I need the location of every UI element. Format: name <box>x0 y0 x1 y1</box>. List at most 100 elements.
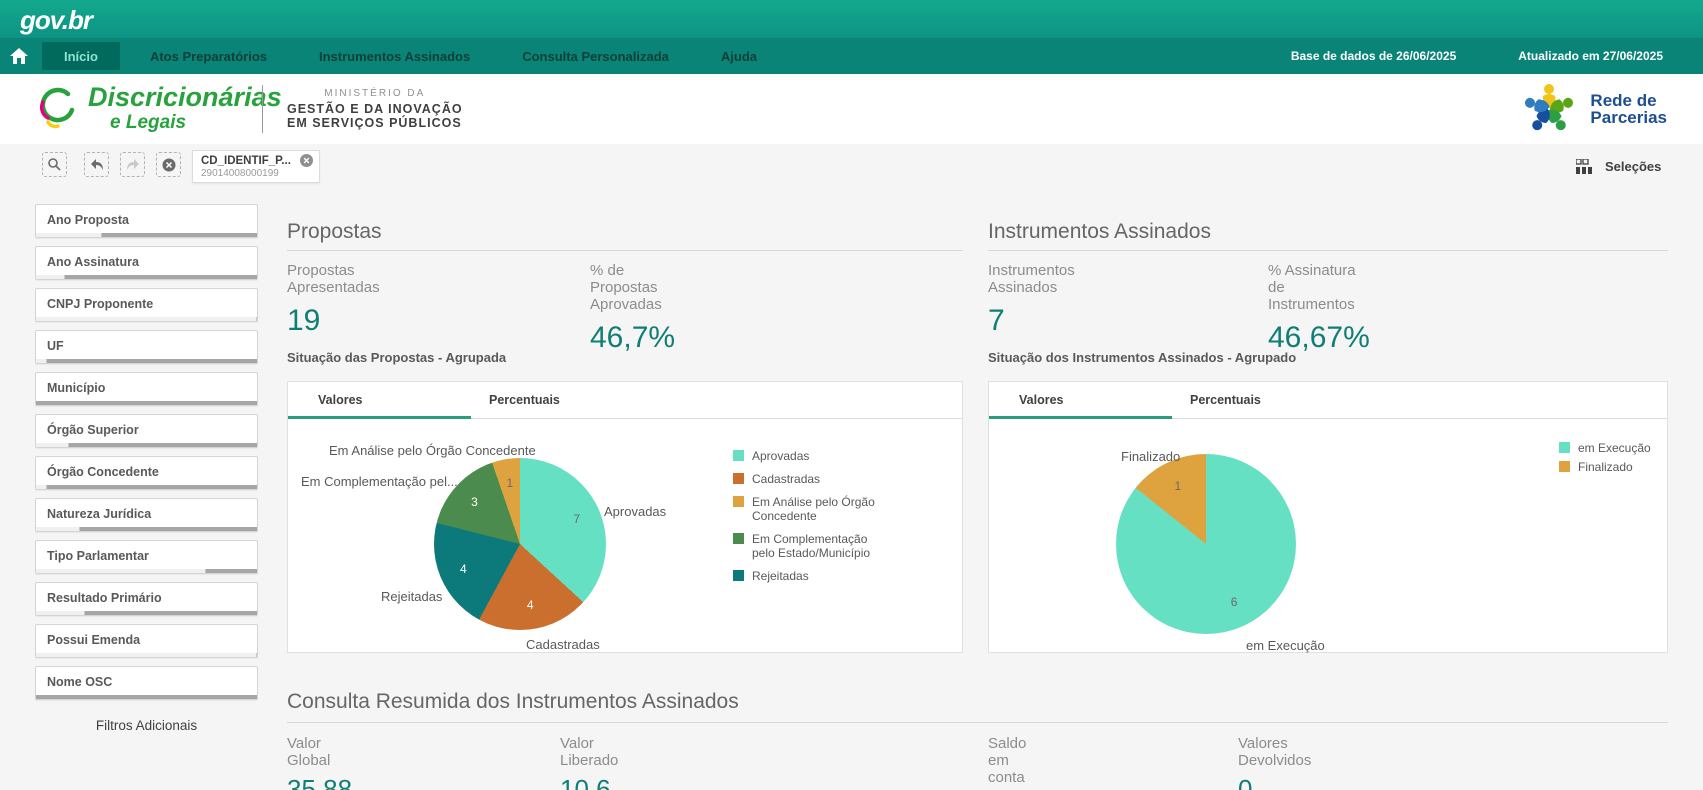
search-icon <box>48 158 61 171</box>
nav-item-atos-preparatorios[interactable]: Atos Preparatórios <box>128 42 289 70</box>
nav-item-consulta-personalizada[interactable]: Consulta Personalizada <box>500 42 691 70</box>
tab-valores[interactable]: Valores <box>989 382 1172 419</box>
filter-tipo-parlamentar[interactable]: Tipo Parlamentar <box>35 540 258 574</box>
pie-callout-em-complementacao-pel: Em Complementação pel... <box>301 474 458 489</box>
instrumentos-pie-area: em Execução Finalizado Finalizado em Execu… <box>989 419 1667 653</box>
pie-value-finalizado: 1 <box>1174 478 1182 493</box>
undo-button[interactable] <box>84 152 109 177</box>
kpi-value: 0 <box>1238 774 1253 790</box>
filter-label: Nome OSC <box>47 675 113 689</box>
legend-item-rejeitadas[interactable]: Rejeitadas <box>733 569 883 583</box>
propostas-pie-chart[interactable] <box>434 458 606 630</box>
legend-item-cadastradas[interactable]: Cadastradas <box>733 472 883 486</box>
kpi-valor-liberado: Valor Liberado 10,6 mi <box>560 735 618 790</box>
clear-selections-button[interactable] <box>156 152 181 177</box>
ministry-line2: GESTÃO E DA INOVAÇÃO <box>287 102 463 116</box>
legend-item-aprovadas[interactable]: Aprovadas <box>733 449 883 463</box>
instrumentos-section-title: Instrumentos Assinados <box>988 220 1211 243</box>
legend-label: em Execução <box>1578 441 1651 455</box>
selection-chip[interactable]: CD_IDENTIF_P... 29014008000199 <box>192 150 320 183</box>
filter-uf[interactable]: UF <box>35 330 258 364</box>
redo-button[interactable] <box>120 152 145 177</box>
legend-item-finalizado[interactable]: Finalizado <box>1559 460 1703 474</box>
filter-label: Órgão Concedente <box>47 465 159 479</box>
selection-chip-field: CD_IDENTIF_P... <box>201 154 291 167</box>
propostas-chart-title: Situação das Propostas - Agrupada <box>287 350 507 365</box>
filter-label: Ano Assinatura <box>47 255 139 269</box>
nav-item-inicio[interactable]: Início <box>42 42 120 70</box>
pie-callout-finalizado: Finalizado <box>1121 449 1181 464</box>
kpi-value: 46,7% <box>590 321 676 354</box>
nav-item-ajuda[interactable]: Ajuda <box>699 42 779 70</box>
sidebar-filters: Ano Proposta Ano Assinatura CNPJ Proponent… <box>35 204 258 700</box>
filter-state-bar <box>36 317 257 321</box>
additional-filters-button[interactable]: Filtros Adicionais <box>35 712 258 739</box>
instrumentos-legend: em Execução Finalizado <box>1559 441 1703 474</box>
filter-ano-assinatura[interactable]: Ano Assinatura <box>35 246 258 280</box>
legend-item-em-complementacao-pelo-estado-municipio[interactable]: Em Complementação pelo Estado/Município <box>733 532 883 560</box>
partner-text: Rede de Parcerias <box>1590 92 1667 126</box>
legend-swatch <box>733 450 744 461</box>
chip-close-icon[interactable] <box>300 154 313 167</box>
smart-search-button[interactable] <box>42 152 67 177</box>
filter-possui-emenda[interactable]: Possui Emenda <box>35 624 258 658</box>
filter-state-bar <box>36 443 257 447</box>
instrumentos-chart-card: Valores Percentuais em Execução Finalizad… <box>988 381 1668 653</box>
tab-percentuais[interactable]: Percentuais <box>1172 382 1355 418</box>
app-logo: Discricionárias e Legais <box>36 84 282 132</box>
nav-dates: Base de dados de 26/06/2025 Atualizado e… <box>1291 38 1663 74</box>
legend-item-em-analise-pelo-orgao-concedente[interactable]: Em Análise pelo Órgão Concedente <box>733 495 883 523</box>
filter-ano-proposta[interactable]: Ano Proposta <box>35 204 258 238</box>
filter-state-bar <box>36 611 257 615</box>
filter-label: Natureza Jurídica <box>47 507 152 521</box>
pie-value-em-analise-pelo-orgao-concedente: 1 <box>506 475 514 490</box>
selections-label: Seleções <box>1605 158 1662 174</box>
pie-callout-em-execucao: em Execução <box>1246 638 1325 653</box>
legend-swatch <box>733 496 744 507</box>
pie-value-cadastradas: 4 <box>526 598 534 613</box>
filter-municipio[interactable]: Município <box>35 372 258 406</box>
filter-natureza-juridica[interactable]: Natureza Jurídica <box>35 498 258 532</box>
kpi-label: % Assinatura de Instrumentos <box>1268 262 1356 313</box>
filter-nome-osc[interactable]: Nome OSC <box>35 666 258 700</box>
legend-swatch <box>733 570 744 581</box>
app-logo-text: Discricionárias e Legais <box>88 84 282 133</box>
instrumentos-pie-chart[interactable] <box>1116 454 1296 634</box>
filter-orgao-superior[interactable]: Órgão Superior <box>35 414 258 448</box>
app-logo-swirl-icon <box>39 87 75 129</box>
instrumentos-chart-tabs: Valores Percentuais <box>989 382 1667 419</box>
kpi-label: Propostas Apresentadas <box>287 262 380 296</box>
undo-icon <box>90 158 103 170</box>
filter-state-bar <box>36 401 257 405</box>
kpi-value: 10,6 mi <box>560 774 611 790</box>
kpi-value: 7 <box>988 304 1005 337</box>
pie-callout-cadastradas: Cadastradas <box>526 637 600 652</box>
tab-percentuais[interactable]: Percentuais <box>471 382 654 418</box>
nav-item-instrumentos-assinados[interactable]: Instrumentos Assinados <box>297 42 492 70</box>
selections-grid-icon <box>1576 158 1592 174</box>
tab-valores[interactable]: Valores <box>288 382 471 419</box>
kpi-valores-devolvidos: Valores Devolvidos 0 <box>1238 735 1311 790</box>
redo-icon <box>126 158 139 170</box>
instrumentos-chart-title: Situação dos Instrumentos Assinados - Ag… <box>988 350 1297 365</box>
legend-item-em-execucao[interactable]: em Execução <box>1559 441 1703 455</box>
clear-all-icon <box>162 158 175 171</box>
filter-state-bar <box>36 233 257 237</box>
filter-label: Possui Emenda <box>47 633 141 647</box>
selection-chip-value: 29014008000199 <box>201 168 279 179</box>
filter-orgao-concedente[interactable]: Órgão Concedente <box>35 456 258 490</box>
selections-button[interactable]: Seleções <box>1576 152 1661 180</box>
legend-label: Rejeitadas <box>752 569 809 583</box>
filter-resultado-primario[interactable]: Resultado Primário <box>35 582 258 616</box>
legend-swatch <box>733 473 744 484</box>
legend-label: Em Complementação pelo Estado/Município <box>752 532 871 560</box>
partner-line2: Parcerias <box>1590 108 1667 127</box>
home-button[interactable] <box>0 38 38 74</box>
govbr-logo[interactable]: gov.br <box>20 5 93 36</box>
partner-line1: Rede de <box>1590 91 1657 110</box>
filter-cnpj-proponente[interactable]: CNPJ Proponente <box>35 288 258 322</box>
resumo-section-title: Consulta Resumida dos Instrumentos Assin… <box>287 690 739 713</box>
legend-label: Cadastradas <box>752 472 821 486</box>
kpi-label: Valor Global <box>287 735 331 769</box>
base-date-label: Base de dados de 26/06/2025 <box>1290 49 1457 63</box>
